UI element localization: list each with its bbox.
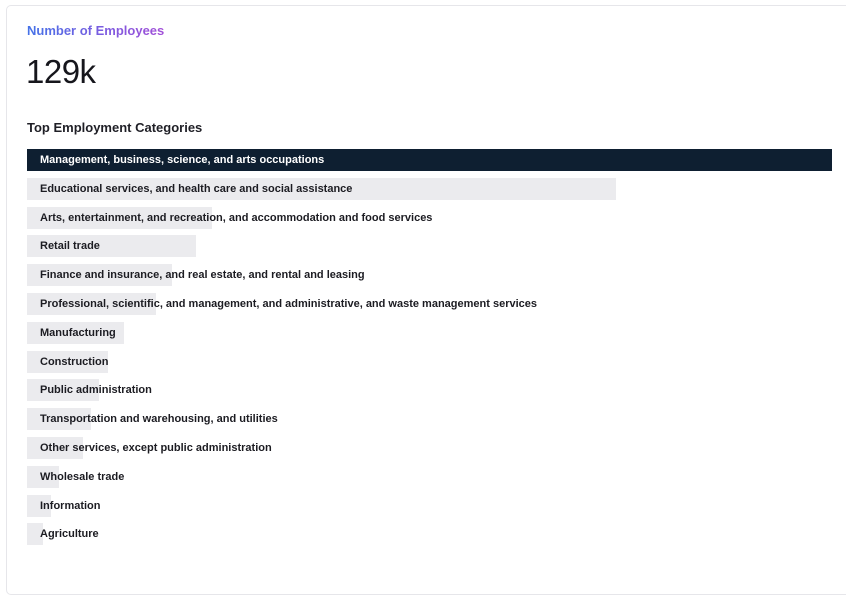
bar-label: Agriculture	[40, 528, 99, 541]
bar-row: Educational services, and health care an…	[27, 177, 832, 200]
bar-label: Professional, scientific, and management…	[40, 297, 538, 310]
bar-row: Other services, except public administra…	[27, 436, 832, 459]
bar-label: Management, business, science, and arts …	[40, 154, 325, 166]
metric-label: Number of Employees	[27, 23, 165, 38]
bar-label: Public administration	[40, 384, 152, 397]
bar-row: Manufacturing	[27, 321, 832, 344]
bar-label: Construction	[40, 355, 109, 368]
bar-row: Arts, entertainment, and recreation, and…	[27, 206, 832, 229]
bar-label: Information	[40, 499, 101, 512]
bar-label: Manufacturing	[40, 326, 116, 339]
bar-label: Finance and insurance, and real estate, …	[40, 269, 365, 282]
employment-categories-chart: Management, business, science, and arts …	[27, 149, 832, 552]
bar-label: Other services, except public administra…	[40, 441, 272, 454]
bar-label: Wholesale trade	[40, 470, 125, 483]
bar-label: Arts, entertainment, and recreation, and…	[40, 211, 433, 224]
bar-label: Retail trade	[40, 240, 100, 253]
metric-value: 129k	[26, 53, 96, 90]
bar-row: Professional, scientific, and management…	[27, 292, 832, 315]
bar-row: Finance and insurance, and real estate, …	[27, 264, 832, 287]
bar-row: Wholesale trade	[27, 465, 832, 488]
bar-label: Transportation and warehousing, and util…	[40, 413, 278, 426]
bar-label: Educational services, and health care an…	[40, 182, 353, 195]
bar-row: Construction	[27, 350, 832, 373]
chart-title: Top Employment Categories	[27, 120, 203, 135]
bar-row: Public administration	[27, 379, 832, 402]
bar-row: Transportation and warehousing, and util…	[27, 408, 832, 431]
bar-row: Retail trade	[27, 235, 832, 258]
bar-row: Agriculture	[27, 523, 832, 546]
bar-row: Management, business, science, and arts …	[27, 149, 832, 171]
bar-row: Information	[27, 494, 832, 517]
